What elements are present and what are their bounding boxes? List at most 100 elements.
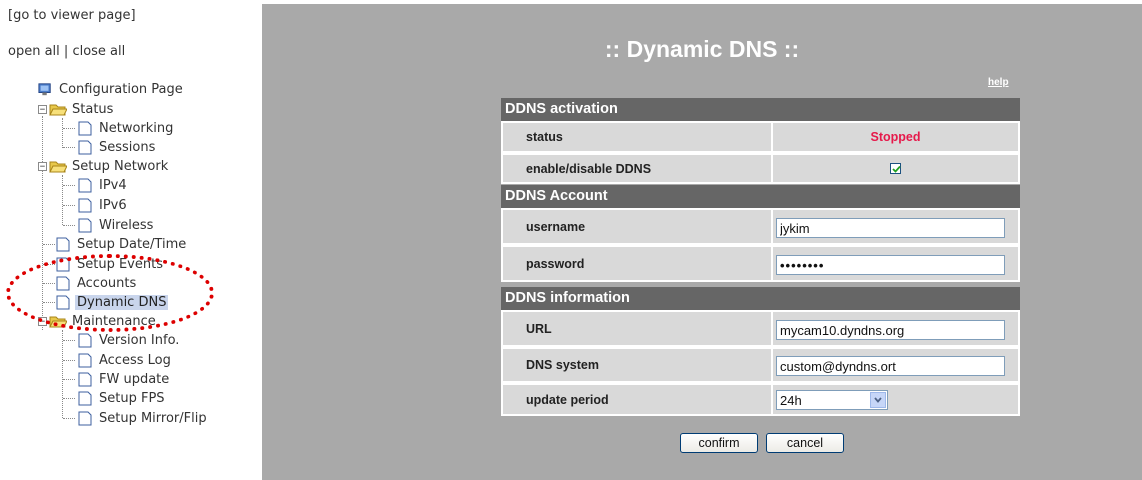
password-cell: [773, 247, 1018, 280]
username-cell: [773, 210, 1018, 243]
dotted-highlight-ellipse: [6, 254, 214, 332]
page-icon: [78, 198, 92, 212]
tree-line: [63, 340, 75, 341]
tree-line: [63, 128, 75, 129]
tree-line: [63, 185, 75, 186]
tree-item-access-log[interactable]: Access Log: [78, 351, 173, 369]
go-to-viewer-link[interactable]: [go to viewer page]: [8, 8, 136, 23]
status-cell: Stopped: [773, 123, 1018, 151]
computer-config-icon: [38, 82, 51, 95]
update-period-select[interactable]: 24h: [776, 390, 888, 410]
checkmark-icon: [892, 165, 901, 173]
tree-item-label: Networking: [99, 120, 174, 136]
tree-item-label: FW update: [99, 371, 170, 387]
page-icon: [78, 411, 92, 425]
tree-line: [63, 398, 75, 399]
open-close-links: open all | close all: [8, 44, 125, 59]
tree-line: [63, 360, 75, 361]
tree-item-label: Sessions: [99, 139, 156, 155]
collapse-icon[interactable]: −: [38, 161, 47, 171]
cancel-button[interactable]: cancel: [766, 433, 844, 453]
update-period-row: update period 24h: [501, 383, 1020, 416]
section-header-information: DDNS information: [501, 287, 1020, 310]
tree-item-version-info[interactable]: Version Info.: [78, 331, 181, 349]
tree-folder-label: Status: [72, 101, 114, 117]
page-title: :: Dynamic DNS ::: [604, 36, 800, 62]
page-icon: [78, 178, 92, 192]
tree-root[interactable]: Configuration Page: [38, 80, 185, 98]
password-row: password: [501, 245, 1020, 282]
tree-line: [43, 244, 55, 245]
tree-item-label: IPv6: [99, 197, 127, 213]
tree-item-label: Setup Mirror/Flip: [99, 410, 207, 426]
username-row: username: [501, 208, 1020, 245]
close-all-link[interactable]: close all: [72, 44, 125, 59]
confirm-button[interactable]: confirm: [680, 433, 758, 453]
enable-ddns-label: enable/disable DDNS: [503, 155, 771, 182]
navigation-tree-panel: [go to viewer page] open all | close all…: [0, 0, 262, 480]
page-icon: [78, 353, 92, 367]
page-icon: [56, 237, 70, 251]
url-cell: [773, 312, 1018, 345]
tree-line: [63, 205, 75, 206]
tree-line: [63, 147, 75, 148]
dns-system-row: DNS system: [501, 347, 1020, 383]
viewer-link-line: [go to viewer page]: [8, 8, 136, 23]
help-link[interactable]: help: [988, 77, 1009, 88]
status-value: Stopped: [870, 130, 921, 144]
chevron-down-icon: [874, 397, 882, 403]
tree-line: [62, 330, 63, 418]
tree-line: [62, 118, 63, 148]
dns-system-label: DNS system: [503, 349, 771, 381]
tree-item-sessions[interactable]: Sessions: [78, 138, 157, 156]
tree-line: [63, 379, 75, 380]
tree-folder-setup-network[interactable]: − Setup Network: [38, 157, 170, 175]
tree-item-label: Access Log: [99, 352, 171, 368]
tree-item-wireless[interactable]: Wireless: [78, 216, 155, 234]
dns-system-input[interactable]: [776, 356, 1005, 376]
tree-folder-status[interactable]: − Status: [38, 100, 115, 118]
tree-folder-label: Setup Network: [72, 158, 169, 174]
tree-item-label: Version Info.: [99, 332, 180, 348]
open-all-link[interactable]: open all: [8, 44, 60, 59]
tree-item-setup-mirror-flip[interactable]: Setup Mirror/Flip: [78, 409, 209, 427]
status-row: status Stopped: [501, 121, 1020, 153]
tree-item-setup-fps[interactable]: Setup FPS: [78, 389, 167, 407]
dropdown-arrow-button[interactable]: [870, 392, 886, 408]
tree-root-label: Configuration Page: [59, 81, 183, 97]
main-content-panel: :: Dynamic DNS :: help DDNS activation s…: [262, 4, 1142, 480]
page-icon: [78, 333, 92, 347]
enable-ddns-row: enable/disable DDNS: [501, 153, 1020, 184]
folder-open-icon: [49, 161, 67, 172]
status-label: status: [503, 123, 771, 151]
url-label: URL: [503, 312, 771, 345]
tree-item-ipv4[interactable]: IPv4: [78, 176, 129, 194]
password-input[interactable]: [776, 255, 1005, 275]
enable-ddns-checkbox[interactable]: [890, 163, 901, 174]
page-icon: [78, 218, 92, 232]
folder-open-icon: [49, 104, 67, 115]
section-header-activation: DDNS activation: [501, 98, 1020, 121]
dns-system-cell: [773, 349, 1018, 381]
tree-item-fw-update[interactable]: FW update: [78, 370, 171, 388]
tree-item-label: IPv4: [99, 177, 127, 193]
url-input[interactable]: [776, 320, 1005, 340]
update-period-cell: 24h: [773, 385, 1018, 414]
tree-item-setup-datetime[interactable]: Setup Date/Time: [56, 235, 188, 253]
tree-item-label: Setup Date/Time: [77, 236, 187, 252]
page-icon: [78, 140, 92, 154]
page-icon: [78, 372, 92, 386]
password-label: password: [503, 247, 771, 280]
tree-item-networking[interactable]: Networking: [78, 119, 175, 137]
section-header-account: DDNS Account: [501, 185, 1020, 208]
tree-line: [63, 418, 75, 419]
username-input[interactable]: [776, 218, 1005, 238]
update-period-label: update period: [503, 385, 771, 414]
tree-item-ipv6[interactable]: IPv6: [78, 196, 129, 214]
page-icon: [78, 121, 92, 135]
tree-item-label: Setup FPS: [99, 390, 165, 406]
update-period-value: 24h: [780, 393, 802, 408]
url-row: URL: [501, 310, 1020, 347]
collapse-icon[interactable]: −: [38, 104, 47, 114]
page-icon: [78, 391, 92, 405]
